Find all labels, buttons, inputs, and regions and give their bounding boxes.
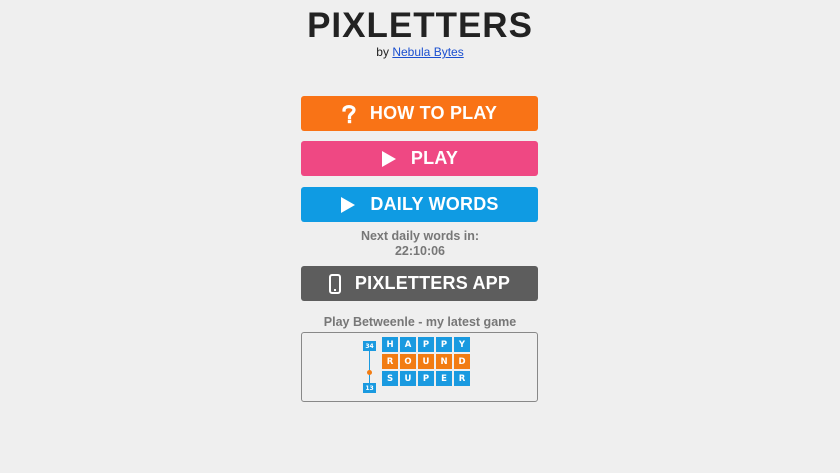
pixletters-app-button[interactable]: PIXLETTERS APP: [301, 266, 538, 301]
letter-tile: D: [454, 354, 470, 369]
letter-tile: P: [418, 337, 434, 352]
letter-tile: U: [418, 354, 434, 369]
by-label: by: [376, 45, 389, 59]
word-row: HAPPY: [382, 337, 470, 352]
next-daily-countdown: Next daily words in: 22:10:06: [0, 229, 840, 259]
daily-words-button[interactable]: DAILY WORDS: [301, 187, 538, 222]
page-title: PIXLETTERS: [307, 6, 533, 45]
letter-tile: S: [382, 371, 398, 386]
how-to-play-label: HOW TO PLAY: [369, 103, 498, 123]
question-icon: [342, 104, 356, 124]
letter-tile: H: [382, 337, 398, 352]
letter-tile: E: [436, 371, 452, 386]
word-row: ROUND: [382, 354, 470, 369]
letter-tile: N: [436, 354, 452, 369]
play-label: PLAY: [410, 148, 459, 168]
letter-tile: A: [400, 337, 416, 352]
pixletters-app-label: PIXLETTERS APP: [354, 273, 511, 293]
letter-tile: O: [400, 354, 416, 369]
letter-tile: U: [400, 371, 416, 386]
play-button[interactable]: PLAY: [301, 141, 538, 176]
mobile-phone-icon: [328, 273, 341, 294]
countdown-timer: 22:10:06: [394, 244, 446, 258]
letter-tile: P: [436, 337, 452, 352]
daily-words-label: DAILY WORDS: [370, 194, 499, 214]
betweenle-promo-banner[interactable]: 34 13 HAPPYROUNDSUPER: [301, 332, 538, 402]
bottom-number-badge: 13: [363, 383, 376, 393]
top-number-badge: 34: [363, 341, 376, 351]
main-menu: PIXLETTERS by Nebula Bytes HOW TO PLAY P…: [0, 0, 840, 473]
letter-tile: R: [382, 354, 398, 369]
position-marker: [367, 370, 372, 375]
how-to-play-button[interactable]: HOW TO PLAY: [301, 96, 538, 131]
next-daily-label: Next daily words in:: [360, 229, 480, 243]
letter-tile: Y: [454, 337, 470, 352]
connector-line: [369, 347, 370, 383]
letter-tile: R: [454, 371, 470, 386]
author-link[interactable]: Nebula Bytes: [392, 45, 463, 59]
byline: by Nebula Bytes: [0, 45, 840, 59]
play-icon: [381, 150, 397, 168]
latest-game-label: Play Betweenle - my latest game: [323, 315, 517, 329]
letter-tile: P: [418, 371, 434, 386]
word-tile-grid: HAPPYROUNDSUPER: [382, 337, 470, 388]
word-row: SUPER: [382, 371, 470, 386]
play-icon: [340, 196, 356, 214]
